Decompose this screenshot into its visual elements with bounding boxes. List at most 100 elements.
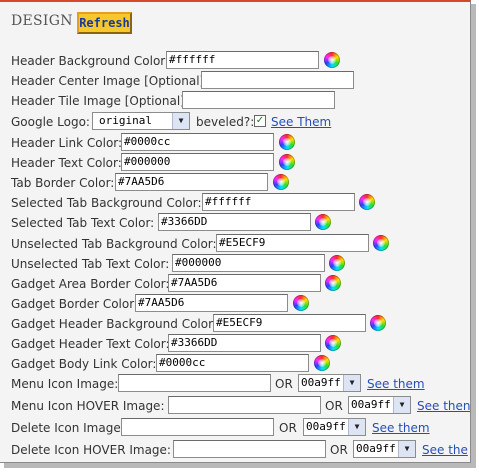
- gadget-header-background-color-input[interactable]: #E5ECF9: [213, 314, 366, 332]
- row-unselected-tab-text-color: Unselected Tab Text Color: #000000: [11, 254, 470, 274]
- see-them-delete-icon-link[interactable]: See them: [372, 421, 430, 435]
- gadget-header-background-color-label: Gadget Header Background Color:: [11, 317, 217, 331]
- selected-tab-text-color-input[interactable]: #3366DD: [158, 213, 311, 231]
- color-picker-icon[interactable]: [359, 194, 375, 210]
- row-google-logo: Google Logo: original ▼ beveled?: ✓ See …: [11, 112, 470, 132]
- chevron-down-icon: ▼: [172, 113, 189, 129]
- or-label: OR: [325, 399, 343, 413]
- selected-tab-background-color-label: Selected Tab Background Color:: [11, 196, 202, 210]
- color-picker-icon[interactable]: [293, 295, 309, 311]
- unselected-tab-text-color-input[interactable]: #000000: [172, 254, 325, 272]
- menu-icon-hover-image-label: Menu Icon HOVER Image:: [11, 399, 165, 413]
- row-delete-icon-hover-image: Delete Icon HOVER Image: OR 00a9ff ▼ See…: [11, 440, 470, 460]
- gadget-area-border-color-label: Gadget Area Border Color:: [11, 277, 170, 291]
- row-gadget-body-link-color: Gadget Body Link Color: #0000cc: [11, 354, 470, 374]
- header-link-color-label: Header Link Color:: [11, 136, 123, 150]
- color-picker-icon[interactable]: [324, 52, 340, 68]
- color-picker-icon[interactable]: [373, 235, 389, 251]
- delete-icon-color-select[interactable]: 00a9ff ▼: [303, 418, 366, 436]
- menu-icon-image-label: Menu Icon Image:: [11, 377, 119, 391]
- row-header-text-color: Header Text Color: #000000: [11, 153, 470, 173]
- color-picker-icon[interactable]: [273, 174, 289, 190]
- selected-tab-text-color-label: Selected Tab Text Color:: [11, 216, 155, 230]
- gadget-header-text-color-input[interactable]: #3366DD: [168, 334, 321, 352]
- header-center-image-input[interactable]: [201, 71, 354, 89]
- see-them-menu-icon-link[interactable]: See them: [367, 377, 425, 391]
- delete-icon-hover-image-label: Delete Icon HOVER Image:: [11, 443, 171, 457]
- beveled-label: beveled?:: [196, 115, 255, 129]
- row-header-link-color: Header Link Color: #0000cc: [11, 133, 470, 153]
- panel-shadow-right: [471, 4, 476, 467]
- header-background-color-label: Header Background Color:: [11, 54, 170, 68]
- beveled-checkbox[interactable]: ✓: [254, 115, 266, 127]
- row-gadget-header-text-color: Gadget Header Text Color: #3366DD: [11, 334, 470, 354]
- row-menu-icon-image: Menu Icon Image: OR 00a9ff ▼ See them: [11, 374, 470, 394]
- delete-icon-color-select-value: 00a9ff: [306, 420, 346, 433]
- gadget-area-border-color-input[interactable]: #7AA5D6: [168, 274, 321, 292]
- color-picker-icon[interactable]: [315, 214, 331, 230]
- menu-icon-color-select-value: 00a9ff: [301, 376, 341, 389]
- header-center-image-label: Header Center Image [Optional]:: [11, 74, 209, 88]
- menu-icon-image-input[interactable]: [118, 374, 271, 392]
- color-picker-icon[interactable]: [370, 315, 386, 331]
- gadget-border-color-label: Gadget Border Color:: [11, 297, 138, 311]
- header-text-color-label: Header Text Color:: [11, 156, 122, 170]
- color-picker-icon[interactable]: [325, 275, 341, 291]
- row-unselected-tab-background-color: Unselected Tab Background Color: #E5ECF9: [11, 234, 470, 254]
- or-label: OR: [275, 377, 293, 391]
- row-gadget-border-color: Gadget Border Color: #7AA5D6: [11, 294, 470, 314]
- delete-icon-image-label: Delete Icon Image:: [11, 421, 125, 435]
- menu-icon-hover-color-select-value: 00a9ff: [351, 398, 391, 411]
- tab-border-color-input[interactable]: #7AA5D6: [115, 173, 268, 191]
- row-gadget-header-background-color: Gadget Header Background Color: #E5ECF9: [11, 314, 470, 334]
- row-tab-border-color: Tab Border Color: #7AA5D6: [11, 173, 470, 193]
- header-tile-image-input[interactable]: [182, 91, 335, 109]
- row-delete-icon-image: Delete Icon Image: OR 00a9ff ▼ See them: [11, 418, 470, 438]
- menu-icon-hover-image-input[interactable]: [168, 396, 321, 414]
- chevron-down-icon: ▼: [343, 375, 360, 391]
- see-them-menu-icon-hover-link[interactable]: See then: [417, 399, 470, 413]
- color-picker-icon[interactable]: [329, 255, 345, 271]
- delete-icon-hover-color-select-value: 00a9ff: [356, 442, 396, 455]
- or-label: OR: [330, 443, 348, 457]
- unselected-tab-text-color-label: Unselected Tab Text Color:: [11, 257, 170, 271]
- delete-icon-hover-color-select[interactable]: 00a9ff ▼: [353, 440, 416, 458]
- unselected-tab-background-color-label: Unselected Tab Background Color:: [11, 237, 217, 251]
- color-picker-icon[interactable]: [279, 134, 295, 150]
- header-tile-image-label: Header Tile Image [Optional]:: [11, 94, 189, 108]
- refresh-button[interactable]: Refresh: [77, 12, 132, 34]
- row-selected-tab-text-color: Selected Tab Text Color: #3366DD: [11, 213, 470, 233]
- delete-icon-hover-image-input[interactable]: [173, 440, 326, 458]
- see-them-logo-link[interactable]: See Them: [271, 115, 331, 129]
- panel-shadow-bottom: [4, 463, 476, 468]
- see-them-delete-icon-hover-link[interactable]: See the: [422, 443, 468, 457]
- or-label: OR: [279, 421, 297, 435]
- header-link-color-input[interactable]: #0000cc: [121, 133, 274, 151]
- row-header-tile-image: Header Tile Image [Optional]:: [11, 91, 470, 111]
- google-logo-label: Google Logo:: [11, 115, 90, 129]
- row-selected-tab-background-color: Selected Tab Background Color: #ffffff: [11, 193, 470, 213]
- design-panel: DESIGN Refresh Header Background Color: …: [0, 0, 471, 463]
- delete-icon-image-input[interactable]: [121, 418, 274, 436]
- row-header-background-color: Header Background Color: #ffffff: [11, 51, 470, 71]
- header-background-color-input[interactable]: #ffffff: [166, 51, 319, 69]
- color-picker-icon[interactable]: [279, 154, 295, 170]
- selected-tab-background-color-input[interactable]: #ffffff: [202, 193, 355, 211]
- panel-title: DESIGN: [11, 13, 73, 29]
- row-gadget-area-border-color: Gadget Area Border Color: #7AA5D6: [11, 274, 470, 294]
- google-logo-select-value: original: [99, 114, 152, 127]
- gadget-body-link-color-input[interactable]: #0000cc: [156, 354, 309, 372]
- google-logo-select[interactable]: original ▼: [92, 112, 190, 130]
- menu-icon-hover-color-select[interactable]: 00a9ff ▼: [348, 396, 411, 414]
- menu-icon-color-select[interactable]: 00a9ff ▼: [298, 374, 361, 392]
- row-header-center-image: Header Center Image [Optional]:: [11, 71, 470, 91]
- chevron-down-icon: ▼: [393, 397, 410, 413]
- tab-border-color-label: Tab Border Color:: [11, 176, 115, 190]
- gadget-border-color-input[interactable]: #7AA5D6: [135, 294, 288, 312]
- row-menu-icon-hover-image: Menu Icon HOVER Image: OR 00a9ff ▼ See t…: [11, 396, 470, 416]
- unselected-tab-background-color-input[interactable]: #E5ECF9: [216, 234, 369, 252]
- chevron-down-icon: ▼: [398, 441, 415, 457]
- header-text-color-input[interactable]: #000000: [121, 153, 274, 171]
- color-picker-icon[interactable]: [314, 355, 330, 371]
- color-picker-icon[interactable]: [325, 335, 341, 351]
